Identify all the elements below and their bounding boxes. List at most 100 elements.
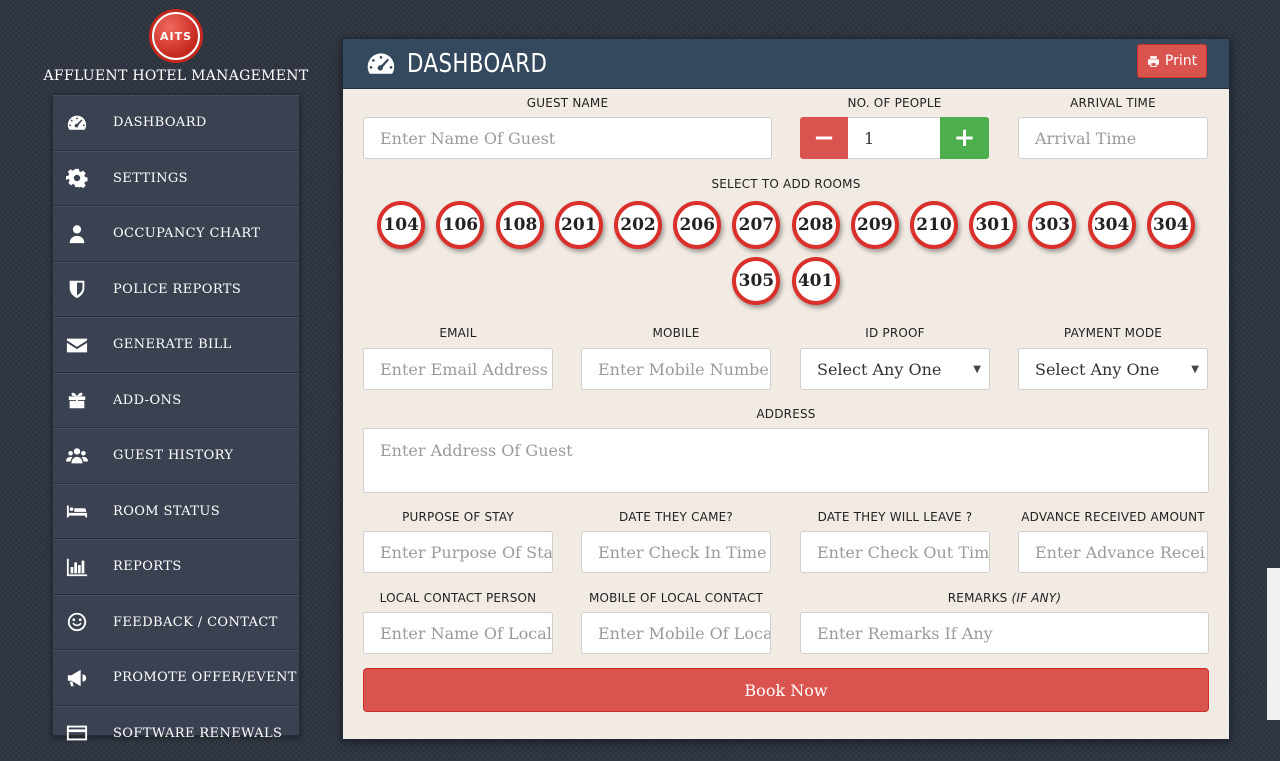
id-proof-select[interactable]: Select Any One ▼ [800,348,990,390]
users-icon [53,445,101,467]
local-mobile-field[interactable]: Enter Mobile Of Loca [581,612,771,654]
arrival-time-label: ARRIVAL TIME [1018,96,1208,110]
remarks-label: REMARKS (IF ANY) [800,591,1209,605]
sidebar-item-label: ADD-ONS [101,393,182,408]
room-button[interactable]: 106 [436,201,484,249]
sidebar-item-label: FEEDBACK / CONTACT [101,615,278,630]
room-button[interactable]: 210 [910,201,958,249]
mobile-field[interactable]: Enter Mobile Numbe [581,348,771,390]
room-button[interactable]: 206 [673,201,721,249]
sidebar-item-reports[interactable]: REPORTS [53,539,299,595]
room-button[interactable]: 207 [732,201,780,249]
local-contact-label: LOCAL CONTACT PERSON [363,591,553,605]
dashboard-icon [53,112,101,134]
guest-name-input[interactable]: Enter Name Of Guest [363,117,772,159]
check-out-field[interactable]: Enter Check Out Tim [800,531,990,573]
room-button[interactable]: 201 [555,201,603,249]
sidebar-item-label: GUEST HISTORY [101,448,233,463]
room-button[interactable]: 301 [969,201,1017,249]
sidebar-item-label: SETTINGS [101,171,188,186]
chevron-down-icon: ▼ [973,364,981,375]
arrival-time-input[interactable]: Arrival Time [1018,117,1208,159]
advance-field[interactable]: Enter Advance Recei [1018,531,1208,573]
sidebar-item-label: POLICE REPORTS [101,282,241,297]
advance-label: ADVANCE RECEIVED AMOUNT [1013,510,1213,524]
dashboard-icon [365,48,397,80]
sidebar-item-settings[interactable]: SETTINGS [53,151,299,207]
page-title: DASHBOARD [407,49,547,79]
brand: AITS AFFLUENT HOTEL MANAGEMENT [40,12,312,84]
printer-icon [1147,55,1160,68]
check-out-label: DATE THEY WILL LEAVE ? [800,510,990,524]
people-stepper: − 1 + [800,117,989,159]
sidebar-item-dashboard[interactable]: DASHBOARD [53,95,299,151]
sidebar-item-generate-bill[interactable]: GENERATE BILL [53,317,299,373]
sidebar-item-guest-history[interactable]: GUEST HISTORY [53,428,299,484]
id-proof-label: ID PROOF [800,326,990,340]
book-now-button[interactable]: Book Now [363,668,1209,712]
sidebar-item-label: GENERATE BILL [101,337,232,352]
room-button[interactable]: 303 [1028,201,1076,249]
brand-name: AFFLUENT HOTEL MANAGEMENT [40,68,312,84]
gift-icon [53,389,101,411]
bed-icon [53,500,101,522]
payment-mode-value: Select Any One [1035,360,1159,379]
room-button[interactable]: 304 [1147,201,1195,249]
sidebar-item-room-status[interactable]: ROOM STATUS [53,484,299,540]
gear-icon [53,167,101,189]
shield-icon [53,278,101,300]
sidebar-item-label: OCCUPANCY CHART [101,226,260,241]
logo: AITS [152,12,200,60]
decrement-button[interactable]: − [800,117,848,159]
people-label: NO. OF PEOPLE [800,96,989,110]
room-button[interactable]: 401 [792,257,840,305]
check-in-field[interactable]: Enter Check In Time [581,531,771,573]
sidebar-item-add-ons[interactable]: ADD-ONS [53,373,299,429]
remarks-field[interactable]: Enter Remarks If Any [800,612,1209,654]
id-proof-value: Select Any One [817,360,941,379]
address-textarea[interactable]: Enter Address Of Guest [363,428,1209,493]
print-label: Print [1165,53,1197,69]
sidebar-item-police-reports[interactable]: POLICE REPORTS [53,262,299,318]
sidebar-item-label: ROOM STATUS [101,504,220,519]
room-button[interactable]: 104 [377,201,425,249]
megaphone-icon [53,667,101,689]
purpose-field[interactable]: Enter Purpose Of Sta [363,531,553,573]
credit-card-icon [53,722,101,744]
room-button[interactable]: 108 [496,201,544,249]
email-field[interactable]: Enter Email Address [363,348,553,390]
people-count-input[interactable]: 1 [848,117,940,159]
email-label: EMAIL [363,326,553,340]
local-mobile-label: MOBILE OF LOCAL CONTACT [576,591,776,605]
sidebar-item-promote-offer-event[interactable]: PROMOTE OFFER/EVENT [53,650,299,706]
room-button[interactable]: 209 [851,201,899,249]
sidebar-item-label: PROMOTE OFFER/EVENT [101,670,297,685]
sidebar-item-feedback-contact[interactable]: FEEDBACK / CONTACT [53,595,299,651]
sidebar-item-software-renewals[interactable]: SOFTWARE RENEWALS [53,706,299,761]
payment-mode-select[interactable]: Select Any One ▼ [1018,348,1208,390]
chevron-down-icon: ▼ [1191,364,1199,375]
payment-mode-label: PAYMENT MODE [1018,326,1208,340]
room-button[interactable]: 208 [792,201,840,249]
sidebar: DASHBOARD SETTINGS OCCUPANCY CHART POLIC… [52,94,300,736]
room-button[interactable]: 304 [1088,201,1136,249]
scrollbar[interactable] [1267,568,1280,720]
sidebar-item-label: SOFTWARE RENEWALS [101,726,282,741]
purpose-label: PURPOSE OF STAY [363,510,553,524]
room-button[interactable]: 202 [614,201,662,249]
local-contact-field[interactable]: Enter Name Of Local [363,612,553,654]
room-button[interactable]: 305 [732,257,780,305]
sidebar-item-occupancy-chart[interactable]: OCCUPANCY CHART [53,206,299,262]
guest-name-label: GUEST NAME [363,96,772,110]
increment-button[interactable]: + [940,117,989,159]
smile-icon [53,611,101,633]
sidebar-item-label: REPORTS [101,559,182,574]
mobile-label: MOBILE [581,326,771,340]
print-button[interactable]: Print [1137,44,1207,78]
rooms-label: SELECT TO ADD ROOMS [363,177,1209,191]
panel-header: DASHBOARD Print [343,39,1229,89]
sidebar-item-label: DASHBOARD [101,115,207,130]
dashboard-panel: DASHBOARD Print GUEST NAME Enter Name Of… [342,38,1230,740]
address-label: ADDRESS [363,407,1209,421]
envelope-icon [53,334,101,356]
